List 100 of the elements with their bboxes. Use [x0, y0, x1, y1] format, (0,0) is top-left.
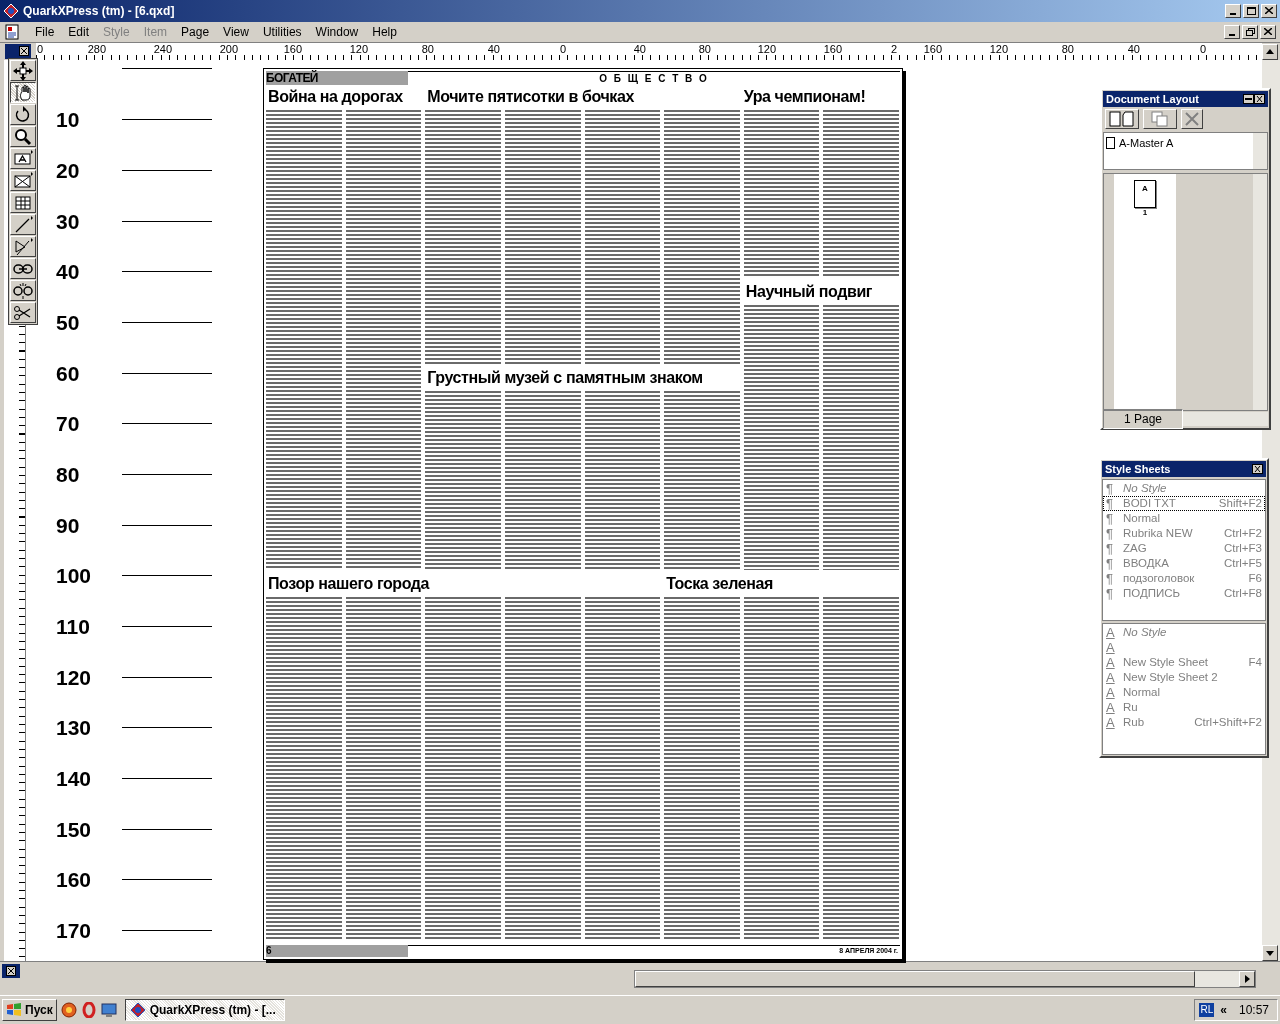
ruler-label: 160 — [283, 42, 302, 55]
style-sheet-item[interactable]: A New Style Sheet 2 — [1103, 670, 1265, 685]
maximize-button[interactable] — [1243, 4, 1259, 18]
ruler-label: 40 — [1127, 42, 1140, 55]
ruler-label: 160 — [923, 42, 942, 55]
headline: Война на дорогах — [268, 86, 404, 107]
margin-number: 20 — [55, 159, 81, 181]
menu-item[interactable]: Edit — [61, 22, 97, 41]
right-arrow-icon — [1244, 975, 1250, 984]
minimize-button[interactable] — [1225, 4, 1241, 18]
duplicate-button[interactable] — [1143, 109, 1177, 129]
start-button[interactable]: Пуск — [2, 999, 57, 1022]
broken-chain-icon — [13, 280, 33, 301]
margin-number: 160 — [55, 869, 93, 891]
close-icon — [1265, 7, 1273, 15]
style-sheet-item[interactable]: A Normal — [1103, 685, 1265, 700]
margin-number: 110 — [55, 616, 91, 637]
style-sheet-item[interactable]: ¶ BODI TXT Shift+F2 — [1103, 496, 1265, 511]
ruler-label: 200 — [219, 42, 238, 55]
headline: Позор нашего города — [268, 573, 431, 594]
ruler-label: 80 — [1061, 42, 1074, 55]
section-title: О Б Щ Е С Т В О — [408, 70, 900, 85]
close-icon[interactable] — [1254, 94, 1265, 104]
show-hidden-icons-button[interactable]: « — [1220, 1001, 1227, 1020]
tool-button[interactable] — [10, 82, 36, 103]
margin-number: 30 — [55, 210, 81, 232]
ruler-origin-button[interactable] — [5, 43, 31, 59]
style-sheet-item[interactable]: A New Style Sheet F4 — [1103, 655, 1265, 670]
clock: 10:57 — [1238, 1002, 1269, 1020]
menu-item[interactable]: Help — [365, 22, 404, 41]
document-close-button[interactable] — [1260, 24, 1276, 39]
document-icon[interactable] — [4, 23, 20, 40]
style-sheet-item[interactable]: A — [1103, 640, 1265, 655]
desktop-icon[interactable] — [100, 1002, 117, 1019]
section-label: БОГАТЕЙ — [266, 70, 408, 85]
picture-box-icon — [13, 170, 33, 191]
margin-number: 40 — [55, 261, 81, 283]
palette-title: Document Layout — [1106, 91, 1200, 107]
menu-item[interactable]: Utilities — [255, 22, 309, 41]
move-arrows-icon — [13, 60, 33, 81]
hand-cursor-icon — [13, 82, 33, 103]
ruler-label: 80 — [421, 42, 434, 55]
headline: Научный подвиг — [745, 281, 874, 302]
delete-button[interactable] — [1181, 109, 1203, 129]
zoom-icon — [13, 126, 33, 147]
margin-number: 60 — [55, 362, 81, 384]
close-icon — [19, 46, 29, 57]
text-path-icon — [13, 236, 33, 257]
close-icon — [1264, 28, 1272, 36]
up-arrow-icon — [1266, 49, 1274, 55]
menu-item[interactable]: Window — [308, 22, 366, 41]
ruler-label: 2 — [890, 42, 897, 55]
style-sheet-item[interactable]: ¶ No Style — [1103, 481, 1265, 496]
scroll-right-button[interactable] — [1239, 971, 1255, 988]
ruler-label: 120 — [757, 42, 776, 55]
style-sheet-item[interactable]: ¶ ПОДПИСЬ Ctrl+F8 — [1103, 586, 1265, 601]
minimize-icon — [1229, 33, 1235, 36]
page-number: 6 — [266, 945, 408, 958]
menu-item[interactable]: File — [28, 22, 62, 41]
collapse-icon[interactable] — [1243, 94, 1254, 104]
ruler-label: 0 — [1199, 42, 1206, 55]
ruler-label: 80 — [698, 42, 711, 55]
close-icon[interactable] — [6, 966, 16, 977]
down-arrow-icon — [1266, 950, 1274, 956]
style-sheet-item[interactable]: ¶ Normal — [1103, 511, 1265, 526]
taskbar-button[interactable]: QuarkXPress (tm) - [... — [124, 999, 285, 1022]
margin-number: 90 — [55, 514, 81, 536]
style-sheet-item[interactable]: ¶ подзоголовок F6 — [1103, 571, 1265, 586]
margin-number: 10 — [55, 109, 81, 131]
ruler-label: 160 — [823, 42, 842, 55]
style-sheet-item[interactable]: A Ru — [1103, 700, 1265, 715]
document-restore-button[interactable] — [1242, 24, 1258, 39]
style-sheet-item[interactable]: ¶ Rubrika NEW Ctrl+F2 — [1103, 526, 1265, 541]
style-sheet-item[interactable]: ¶ ZAG Ctrl+F3 — [1103, 541, 1265, 556]
restore-icon — [1245, 27, 1255, 36]
app-logo-icon — [129, 1002, 146, 1019]
margin-number: 150 — [55, 818, 93, 840]
style-sheet-item[interactable]: A No Style — [1103, 625, 1265, 640]
scrollbar-thumb[interactable] — [635, 971, 1195, 988]
page-thumbnail[interactable]: A — [1134, 180, 1156, 208]
palette-title: Style Sheets — [1105, 461, 1172, 477]
menu-item[interactable]: Page — [174, 22, 217, 41]
language-indicator[interactable]: RL — [1199, 1003, 1215, 1018]
style-sheet-item[interactable]: A Rub Ctrl+Shift+F2 — [1103, 715, 1265, 730]
document-minimize-button[interactable] — [1224, 24, 1240, 39]
page-type-icon — [1108, 111, 1136, 127]
headline: Грустный музей с памятным знаком — [427, 367, 704, 388]
close-button[interactable] — [1261, 4, 1277, 18]
menu-item[interactable]: View — [216, 22, 256, 41]
close-icon[interactable] — [1252, 464, 1263, 474]
scroll-up-button[interactable] — [1262, 43, 1278, 60]
scroll-down-button[interactable] — [1262, 945, 1278, 962]
windows-flag-icon — [6, 1003, 22, 1018]
ruler-label: 40 — [487, 42, 500, 55]
ruler-label: 240 — [153, 42, 172, 55]
app-logo-icon — [3, 3, 19, 19]
style-sheet-item[interactable]: ¶ ВВОДКА Ctrl+F5 — [1103, 556, 1265, 571]
margin-number: 50 — [55, 311, 81, 333]
headline: Мочите пятисотки в бочках — [427, 86, 635, 107]
page-type-button[interactable] — [1105, 109, 1139, 129]
